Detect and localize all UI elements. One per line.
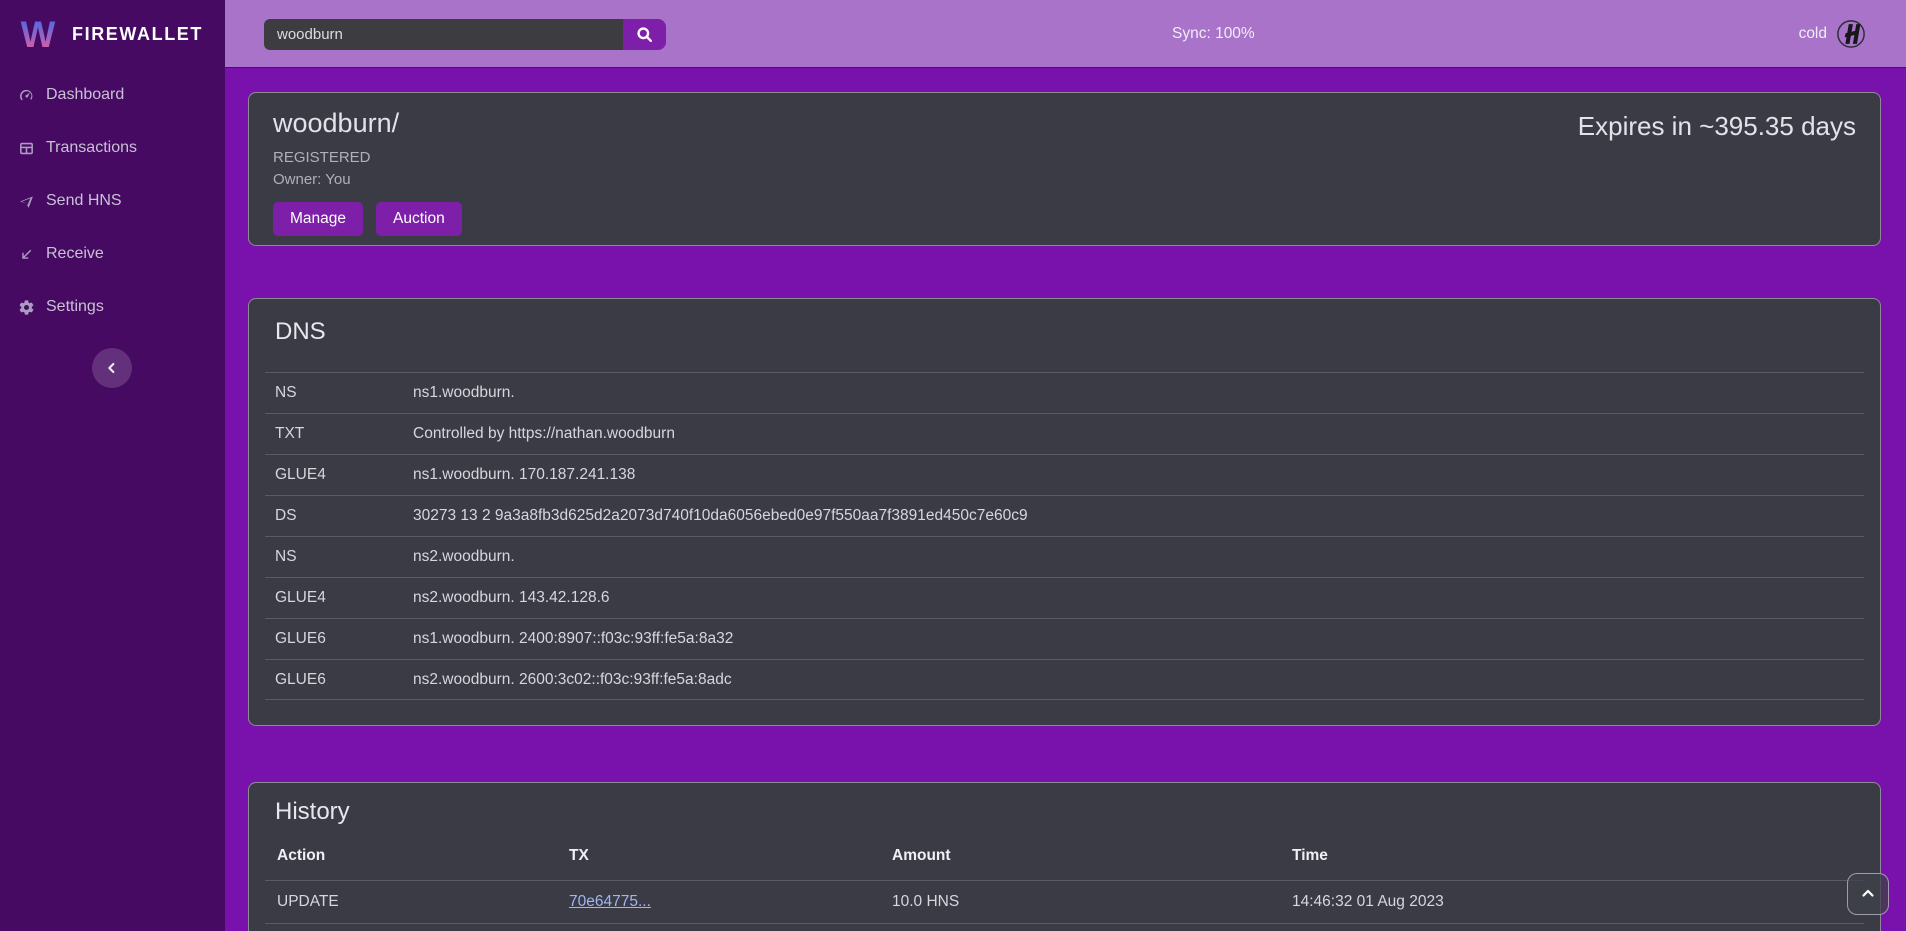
dns-record-row: GLUE4 ns2.woodburn. 143.42.128.6: [265, 577, 1864, 618]
dns-record-row: GLUE4 ns1.woodburn. 170.187.241.138: [265, 454, 1864, 495]
main-content: woodburn/ Expires in ~395.35 days REGIST…: [225, 67, 1906, 931]
history-header-amount: Amount: [892, 847, 1292, 865]
dns-record-row: DS 30273 13 2 9a3a8fb3d625d2a2073d740f10…: [265, 495, 1864, 536]
history-time: 14:46:32 01 Aug 2023: [1292, 893, 1864, 911]
history-amount: 10.0 HNS: [892, 893, 1292, 911]
gear-icon: [18, 299, 35, 316]
brand-name: FIREWALLET: [72, 24, 203, 45]
sidebar-item-label: Transactions: [46, 139, 137, 157]
sidebar-item-receive[interactable]: Receive: [0, 240, 225, 268]
wallet-selector[interactable]: cold: [1799, 0, 1866, 67]
history-header-row: Action TX Amount Time: [265, 831, 1864, 880]
auction-button[interactable]: Auction: [376, 202, 462, 236]
dns-record-row: GLUE6 ns2.woodburn. 2600:3c02::f03c:93ff…: [265, 659, 1864, 700]
sidebar-item-transactions[interactable]: Transactions: [0, 134, 225, 162]
dns-record-value: ns1.woodburn. 2400:8907::f03c:93ff:fe5a:…: [413, 630, 1864, 648]
handshake-logo-icon: [1836, 19, 1866, 49]
dns-record-type: GLUE4: [265, 589, 413, 607]
receive-arrow-icon: [18, 246, 35, 263]
dns-record-value: Controlled by https://nathan.woodburn: [413, 425, 1864, 443]
sidebar-collapse-button[interactable]: [92, 348, 132, 388]
chevron-up-icon: [1859, 885, 1877, 903]
scroll-to-top-button[interactable]: [1847, 873, 1889, 915]
history-row: UPDATE 70e64775... 10.0 HNS 14:46:32 01 …: [265, 880, 1864, 923]
domain-expiry: Expires in ~395.35 days: [1578, 111, 1856, 142]
dns-record-value: ns1.woodburn. 170.187.241.138: [413, 466, 1864, 484]
dns-record-type: GLUE6: [265, 630, 413, 648]
dns-record-value: ns2.woodburn.: [413, 548, 1864, 566]
dns-record-value: ns2.woodburn. 2600:3c02::f03c:93ff:fe5a:…: [413, 671, 1864, 689]
table-icon: [18, 140, 35, 157]
dns-record-type: NS: [265, 548, 413, 566]
history-header-action: Action: [265, 847, 569, 865]
dns-record-row: NS ns1.woodburn.: [265, 372, 1864, 413]
domain-search: [264, 19, 666, 50]
svg-text:W: W: [21, 14, 56, 55]
brand: W FIREWALLET: [0, 0, 225, 67]
history-header-tx: TX: [569, 847, 892, 865]
dns-record-value: ns1.woodburn.: [413, 384, 1864, 402]
chevron-left-icon: [104, 360, 120, 376]
dns-record-type: GLUE4: [265, 466, 413, 484]
search-input[interactable]: [264, 19, 623, 50]
history-header-time: Time: [1292, 847, 1864, 865]
sidebar-item-label: Dashboard: [46, 86, 124, 104]
history-row: RENEW 470e5c0... 10.0 HNS 15:47:36 07 Fe…: [265, 923, 1864, 931]
sidebar-item-label: Settings: [46, 298, 104, 316]
tx-link[interactable]: 70e64775...: [569, 893, 651, 910]
sidebar: W FIREWALLET Dashboard Transactions Send…: [0, 0, 225, 931]
history-table: Action TX Amount Time UPDATE 70e64775...…: [265, 831, 1864, 931]
gauge-icon: [18, 87, 35, 104]
sidebar-item-label: Send HNS: [46, 192, 122, 210]
search-button[interactable]: [623, 19, 666, 50]
dns-record-type: NS: [265, 384, 413, 402]
search-icon: [635, 25, 654, 44]
sidebar-item-settings[interactable]: Settings: [0, 293, 225, 321]
dns-record-type: GLUE6: [265, 671, 413, 689]
sync-status: Sync: 100%: [1172, 0, 1255, 67]
history-action: UPDATE: [265, 893, 569, 911]
domain-owner: Owner: You: [273, 171, 1856, 188]
dns-record-row: GLUE6 ns1.woodburn. 2400:8907::f03c:93ff…: [265, 618, 1864, 659]
topbar: Sync: 100% cold: [225, 0, 1906, 67]
dns-record-value: 30273 13 2 9a3a8fb3d625d2a2073d740f10da6…: [413, 507, 1864, 525]
dns-record-row: TXT Controlled by https://nathan.woodbur…: [265, 413, 1864, 454]
dns-table: NS ns1.woodburn. TXT Controlled by https…: [265, 372, 1864, 700]
sidebar-item-send-hns[interactable]: Send HNS: [0, 187, 225, 215]
dns-record-type: DS: [265, 507, 413, 525]
domain-status: REGISTERED: [273, 149, 1856, 166]
sidebar-item-dashboard[interactable]: Dashboard: [0, 81, 225, 109]
history-card: History Action TX Amount Time UPDATE 70e…: [248, 782, 1881, 931]
domain-card: woodburn/ Expires in ~395.35 days REGIST…: [248, 92, 1881, 246]
dns-record-type: TXT: [265, 425, 413, 443]
firewallet-logo-icon: W: [17, 13, 59, 55]
dns-record-value: ns2.woodburn. 143.42.128.6: [413, 589, 1864, 607]
sidebar-item-label: Receive: [46, 245, 104, 263]
dns-record-row: NS ns2.woodburn.: [265, 536, 1864, 577]
manage-button[interactable]: Manage: [273, 202, 363, 236]
send-icon: [18, 193, 35, 210]
history-section-title: History: [275, 797, 1864, 826]
dns-section-title: DNS: [275, 317, 1864, 346]
dns-card: DNS NS ns1.woodburn. TXT Controlled by h…: [248, 298, 1881, 726]
domain-actions: Manage Auction: [273, 202, 1856, 236]
sidebar-nav: Dashboard Transactions Send HNS Receive …: [0, 81, 225, 321]
wallet-name: cold: [1799, 25, 1827, 43]
